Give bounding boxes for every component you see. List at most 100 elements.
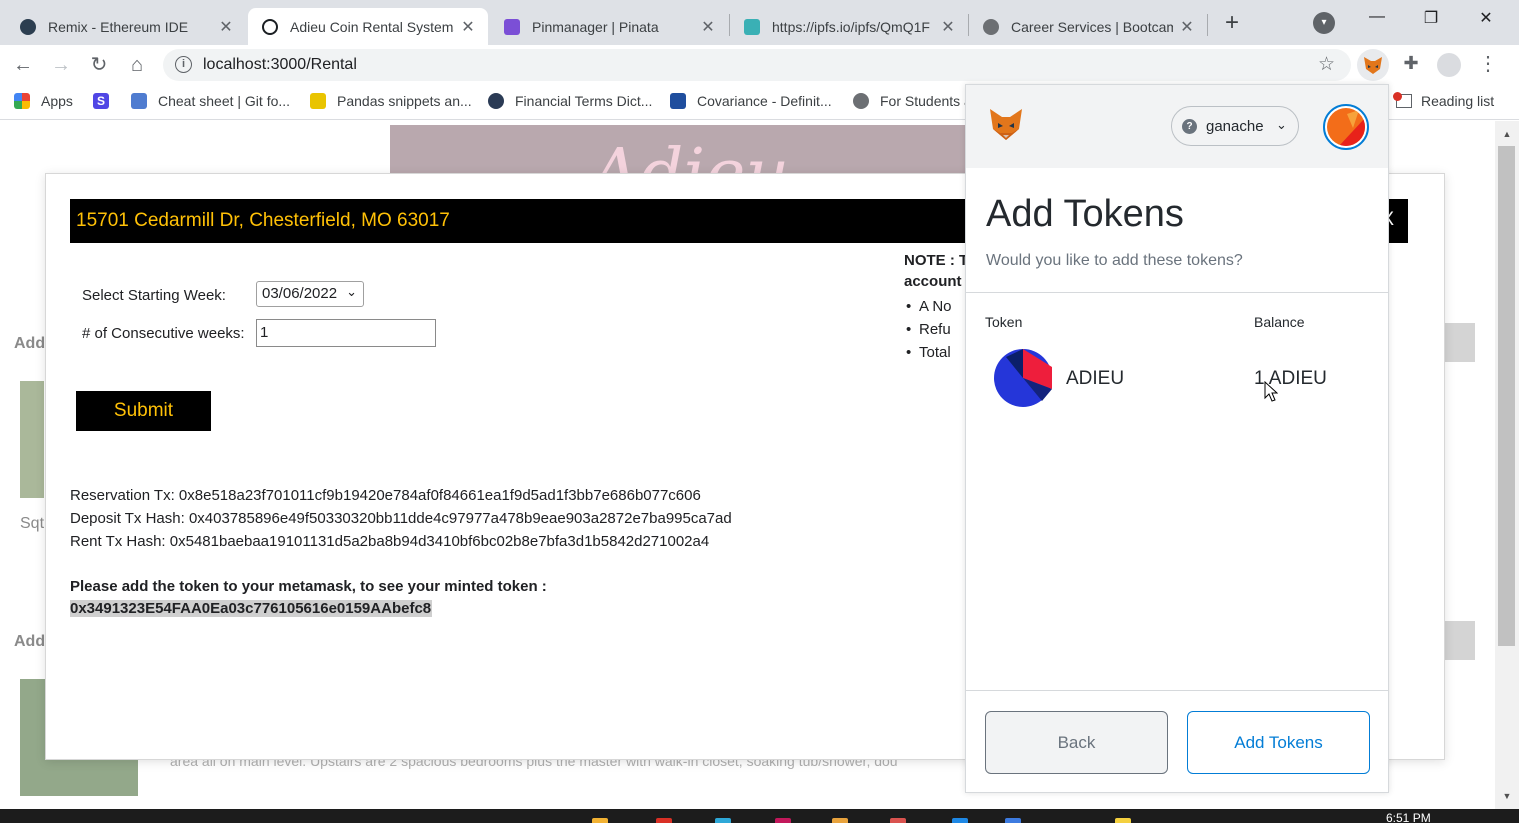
bg-button [1445, 621, 1475, 660]
metamask-header: ? ganache ⌄ [966, 85, 1388, 168]
bookmark-git-cheatsheet[interactable]: Cheat sheet | Git fo... [131, 93, 290, 109]
network-selector[interactable]: ? ganache ⌄ [1171, 106, 1299, 146]
close-icon[interactable]: ✕ [218, 17, 234, 37]
add-tokens-subtitle: Would you like to add these tokens? [986, 252, 1243, 269]
wallstreet-icon [670, 93, 686, 109]
balance-column-header: Balance [1254, 314, 1305, 330]
close-icon[interactable]: ✕ [940, 17, 956, 37]
new-tab-button[interactable]: + [1220, 9, 1244, 37]
note-title: NOTE : T [904, 252, 969, 269]
window-close-icon[interactable]: ✕ [1476, 8, 1496, 28]
scroll-thumb[interactable] [1498, 146, 1515, 646]
remix-icon [20, 18, 36, 35]
deposit-tx: Deposit Tx Hash: 0x403785896e49f50330320… [70, 510, 732, 527]
pinata-icon [504, 18, 520, 35]
note-item: Total [906, 344, 951, 361]
bookmark-label: Pandas snippets an... [337, 93, 472, 109]
taskbar-app-icon[interactable] [1005, 818, 1021, 823]
tab-title: https://ipfs.io/ipfs/QmQ1F [772, 18, 930, 35]
back-arrow-icon[interactable]: ← [11, 53, 35, 77]
bookmark-covariance[interactable]: Covariance - Definit... [670, 93, 832, 109]
forward-arrow-icon[interactable]: → [49, 53, 73, 77]
token-symbol: ADIEU [1066, 368, 1125, 389]
tab-title: Pinmanager | Pinata [532, 18, 659, 35]
bookmark-apps[interactable]: Apps [14, 93, 73, 109]
taskbar-app-icon[interactable] [775, 818, 791, 823]
taskbar-app-icon[interactable] [890, 818, 906, 823]
bookmark-pandas[interactable]: Pandas snippets an... [310, 93, 472, 109]
taskbar-app-icon[interactable] [952, 818, 968, 823]
add-tokens-button[interactable]: Add Tokens [1187, 711, 1370, 774]
tab-search-icon[interactable]: ▾ [1313, 12, 1335, 34]
tab-remix[interactable]: Remix - Ethereum IDE ✕ [6, 8, 246, 45]
restore-icon[interactable]: ❐ [1421, 8, 1441, 28]
bookmark-financial-terms[interactable]: Financial Terms Dict... [488, 93, 652, 109]
add-tokens-title: Add Tokens [986, 193, 1184, 235]
address-bar[interactable]: i localhost:3000/Rental ☆ [163, 49, 1351, 81]
tab-career[interactable]: Career Services | Bootcam ✕ [969, 8, 1207, 45]
tab-strip: Remix - Ethereum IDE ✕ Adieu Coin Rental… [0, 0, 1519, 45]
tab-adieu[interactable]: Adieu Coin Rental Systems ✕ [248, 8, 488, 45]
metamask-popup: ? ganache ⌄ Add Tokens Would you like to… [965, 84, 1389, 793]
close-icon[interactable]: ✕ [1179, 17, 1195, 37]
bookmark-icon [131, 93, 147, 109]
weeks-input[interactable]: 1 [256, 319, 436, 347]
tab-pinata[interactable]: Pinmanager | Pinata ✕ [490, 8, 728, 45]
account-avatar[interactable] [1323, 104, 1369, 150]
bg-listing-label: Add [14, 335, 46, 352]
scroll-down-icon[interactable]: ▼ [1495, 791, 1519, 801]
reload-icon[interactable]: ↻ [87, 53, 111, 77]
start-week-label: Select Starting Week: [82, 287, 226, 304]
taskbar-app-icon[interactable] [656, 818, 672, 823]
note-item: Refu [906, 321, 951, 338]
taskbar-clock: 6:51 PM [1386, 811, 1431, 823]
pandas-icon [310, 93, 326, 109]
chevron-down-icon: ⌄ [346, 284, 357, 299]
identicon [1327, 108, 1365, 146]
taskbar-app-icon[interactable] [1115, 818, 1131, 823]
token-column-header: Token [985, 314, 1023, 330]
taskbar-app-icon[interactable] [592, 818, 608, 823]
bookmark-label: Apps [41, 93, 73, 109]
tab-ipfs[interactable]: https://ipfs.io/ipfs/QmQ1F ✕ [730, 8, 968, 45]
scroll-up-icon[interactable]: ▲ [1495, 129, 1519, 139]
reading-list-button[interactable]: Reading list [1396, 93, 1494, 109]
browser-toolbar: ← → ↻ ⌂ i localhost:3000/Rental ☆ ✚ ⋮ [0, 45, 1519, 85]
home-icon[interactable]: ⌂ [125, 53, 149, 77]
url-text[interactable]: localhost:3000/Rental [203, 56, 357, 74]
apps-grid-icon [14, 93, 30, 109]
bookmark-label: Cheat sheet | Git fo... [158, 93, 291, 109]
start-week-select[interactable]: 03/06/2022 ⌄ [256, 281, 364, 307]
note-line: account [904, 273, 962, 290]
question-icon: ? [1182, 119, 1197, 134]
taskbar-app-icon[interactable] [832, 818, 848, 823]
close-icon[interactable]: ✕ [460, 17, 476, 37]
reading-list-label: Reading list [1421, 93, 1495, 109]
minimize-icon[interactable]: — [1367, 8, 1387, 26]
menu-kebab-icon[interactable]: ⋮ [1478, 51, 1498, 76]
bookmark-s[interactable]: S [93, 93, 120, 109]
property-address: 15701 Cedarmill Dr, Chesterfield, MO 630… [76, 210, 450, 231]
investopedia-icon [488, 93, 504, 109]
taskbar-app-icon[interactable] [715, 818, 731, 823]
ipfs-icon [744, 18, 760, 35]
extensions-puzzle-icon[interactable]: ✚ [1399, 53, 1423, 77]
bg-listing-image [20, 381, 44, 498]
s-icon: S [93, 93, 109, 109]
notification-dot-icon [1393, 92, 1402, 101]
metamask-fox-icon[interactable] [986, 105, 1026, 145]
network-name: ganache [1206, 118, 1264, 135]
back-button[interactable]: Back [985, 711, 1168, 774]
token-identicon-icon [994, 349, 1052, 407]
metamask-extension-icon[interactable] [1357, 49, 1389, 81]
bookmark-for-students[interactable]: For Students a [853, 93, 972, 109]
close-icon[interactable]: ✕ [700, 17, 716, 37]
site-info-icon[interactable]: i [175, 56, 192, 73]
contract-address[interactable]: 0x3491323E54FAA0Ea03c776105616e0159AAbef… [70, 600, 433, 617]
bookmark-star-icon[interactable]: ☆ [1318, 53, 1335, 76]
submit-button[interactable]: Submit [76, 391, 211, 431]
profile-avatar-icon[interactable] [1437, 53, 1461, 77]
page-scrollbar[interactable]: ▲ ▼ [1495, 121, 1519, 809]
react-icon [262, 18, 278, 35]
weeks-label: # of Consecutive weeks: [82, 325, 245, 342]
